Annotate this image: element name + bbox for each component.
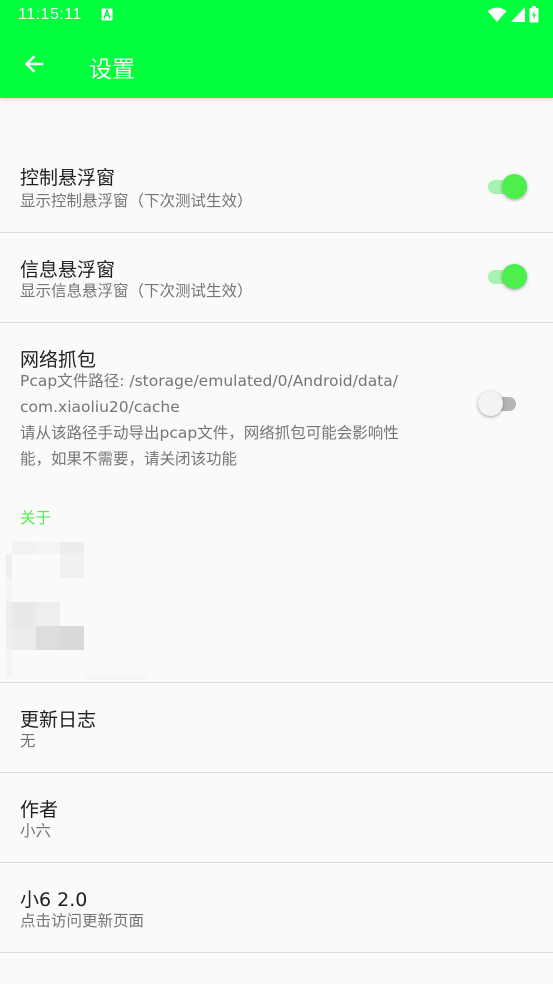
switch-thumb bbox=[502, 264, 527, 289]
arrow-left-icon bbox=[24, 55, 44, 73]
pref-changelog[interactable]: 更新日志 无 bbox=[0, 683, 553, 772]
app-bar: 设置 bbox=[0, 30, 553, 98]
app-icon-image bbox=[0, 538, 160, 682]
pref-summary: 点击访问更新页面 bbox=[20, 912, 145, 930]
pref-summary: 无 bbox=[20, 732, 36, 750]
status-bar: 11:15:11 bbox=[0, 0, 553, 30]
pref-info-float[interactable]: 信息悬浮窗 显示信息悬浮窗（下次测试生效） bbox=[0, 233, 553, 322]
pref-summary: Pcap文件路径: /storage/emulated/0/Android/da… bbox=[20, 372, 399, 468]
info-float-switch[interactable] bbox=[486, 262, 530, 292]
pref-author[interactable]: 作者 小六 bbox=[0, 773, 553, 862]
pref-summary: 小六 bbox=[20, 822, 52, 840]
page-title: 设置 bbox=[89, 57, 135, 83]
pref-title: 控制悬浮窗 bbox=[20, 167, 116, 189]
divider bbox=[0, 952, 553, 953]
status-time: 11:15:11 bbox=[18, 6, 82, 23]
switch-thumb bbox=[502, 174, 527, 199]
pref-packet-capture[interactable]: 网络抓包 Pcap文件路径: /storage/emulated/0/Andro… bbox=[0, 323, 553, 483]
category-title-about: 关于 bbox=[20, 509, 52, 527]
pref-summary: 显示控制悬浮窗（下次测试生效） bbox=[20, 192, 253, 210]
packet-capture-switch[interactable] bbox=[478, 389, 522, 419]
wifi-icon bbox=[487, 7, 507, 22]
pref-control-float[interactable]: 控制悬浮窗 显示控制悬浮窗（下次测试生效） bbox=[0, 143, 553, 232]
switch-thumb bbox=[478, 391, 503, 416]
pref-summary: 显示信息悬浮窗（下次测试生效） bbox=[20, 282, 253, 300]
control-float-switch[interactable] bbox=[486, 172, 530, 202]
pref-version[interactable]: 小6 2.0 点击访问更新页面 bbox=[0, 863, 553, 952]
a-notification-icon bbox=[101, 8, 113, 21]
signal-icon bbox=[511, 7, 525, 22]
status-icons bbox=[487, 6, 539, 23]
back-button[interactable] bbox=[14, 44, 54, 84]
battery-icon bbox=[529, 6, 539, 23]
